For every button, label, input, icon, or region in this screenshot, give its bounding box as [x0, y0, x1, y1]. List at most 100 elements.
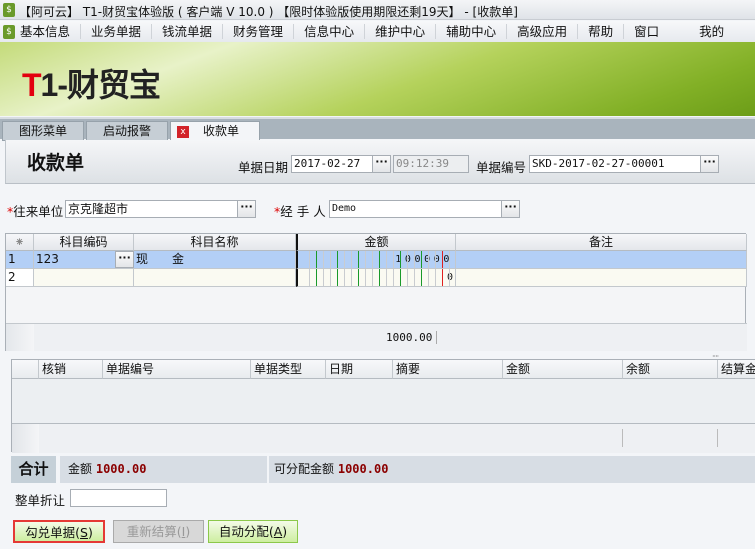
app-icon: $ [3, 3, 15, 17]
partner-field[interactable]: 京克隆超市 [65, 200, 238, 218]
col-doc-number[interactable]: 单据编号 [103, 360, 251, 379]
digit-separator [379, 269, 380, 286]
digit-separator [358, 269, 359, 286]
row-number: 1 [6, 251, 34, 269]
digit-separator [330, 251, 331, 268]
col-doc-type[interactable]: 单据类型 [251, 360, 326, 379]
digit-separator [323, 251, 324, 268]
totals-allocatable: 可分配金额 1000.00 [269, 456, 755, 483]
cell-subject-name[interactable] [134, 269, 296, 287]
window-title: 【阿可云】 T1-财贸宝体验版 ( 客户端 V 10.0 ) 【限时体验版使用期… [19, 5, 518, 19]
cell-subject-code[interactable] [34, 269, 134, 287]
grid-footer: 1000.00 [6, 323, 747, 351]
tab-receipt[interactable]: x 收款单 [170, 121, 260, 141]
col-settle-amount[interactable]: 结算金 [718, 360, 755, 379]
doc-number-picker-button[interactable]: ··· [700, 155, 719, 173]
col-writeoff[interactable]: 核销 [39, 360, 103, 379]
col-amount[interactable]: 金额 [296, 234, 456, 251]
digit-separator [316, 251, 317, 268]
col-date[interactable]: 日期 [326, 360, 393, 379]
tab-label: 收款单 [203, 124, 240, 138]
digit-separator [407, 251, 408, 268]
menu-window[interactable]: 窗口 [624, 24, 689, 39]
digit-separator [344, 251, 345, 268]
digit-separator [428, 251, 429, 268]
tab-bar: 图形菜单 启动报警 x 收款单 [0, 117, 755, 141]
digit-separator [351, 269, 352, 286]
footer-corner [6, 324, 34, 351]
cell-amount[interactable]: 0 [296, 269, 456, 287]
app-menu-icon[interactable]: $ [3, 24, 15, 39]
digit-separator [393, 269, 394, 286]
digit-separator [316, 269, 317, 286]
digit-separator [323, 269, 324, 286]
col-summary[interactable]: 摘要 [393, 360, 503, 379]
col-note[interactable]: 备注 [456, 234, 747, 251]
col-subject-name[interactable]: 科目名称 [134, 234, 296, 251]
settlement-grid: 核销 单据编号 单据类型 日期 摘要 金额 余额 结算金 [11, 359, 755, 453]
table-row[interactable]: 1 123 ··· 现 金 100000 [6, 251, 747, 269]
handler-picker-button[interactable]: ··· [501, 200, 520, 218]
partner-picker-button[interactable]: ··· [237, 200, 256, 218]
auto-allocate-button[interactable]: 自动分配(A) [208, 520, 298, 543]
table-row[interactable]: 2 0 [6, 269, 747, 287]
digit-separator [309, 251, 310, 268]
subject-picker-button[interactable]: ··· [115, 251, 134, 268]
tab-startup-alert[interactable]: 启动报警 [86, 121, 168, 141]
cell-subject-name[interactable]: 现 金 [134, 251, 296, 269]
settlement-footer [12, 423, 755, 453]
digit-separator [337, 269, 338, 286]
digit-separator [400, 269, 401, 286]
menu-bar: $ 基本信息 业务单据 钱流单据 财务管理 信息中心 维护中心 辅助中心 高级应… [0, 21, 755, 42]
match-docs-button[interactable]: 勾兑单据(S) [13, 520, 105, 543]
discount-field[interactable] [70, 489, 167, 507]
menu-help[interactable]: 帮助 [578, 24, 625, 39]
digit-separator [414, 269, 415, 286]
menu-finance[interactable]: 财务管理 [223, 24, 295, 39]
tab-graphic-menu[interactable]: 图形菜单 [2, 121, 84, 141]
totals-amount: 金额 1000.00 [60, 456, 267, 483]
col-amount[interactable]: 金额 [503, 360, 623, 379]
title-bar: $ 【阿可云】 T1-财贸宝体验版 ( 客户端 V 10.0 ) 【限时体验版使… [0, 0, 755, 20]
menu-mine[interactable]: 我的 [689, 24, 734, 39]
digit-separator [435, 251, 436, 268]
digit-separator [365, 251, 366, 268]
digit-separator [449, 251, 450, 268]
number-label: 单据编号 [476, 160, 527, 175]
digit-separator [379, 251, 380, 268]
date-field[interactable]: 2017-02-27 [291, 155, 373, 173]
date-picker-button[interactable]: ··· [372, 155, 391, 173]
digit-separator [330, 269, 331, 286]
menu-aux[interactable]: 辅助中心 [436, 24, 508, 39]
menu-cash-docs[interactable]: 钱流单据 [152, 24, 224, 39]
digit-separator [407, 269, 408, 286]
digit-separator [428, 269, 429, 286]
digit-separator [421, 251, 422, 268]
row-number: 2 [6, 269, 34, 287]
entries-grid: ⁕ 科目编码 科目名称 金额 备注 1 123 ··· 现 金 100000 2… [5, 233, 747, 351]
digit-separator [365, 269, 366, 286]
grid-corner[interactable]: ⁕ [6, 234, 34, 251]
handler-field[interactable]: Demo [329, 200, 502, 218]
digit-separator [400, 251, 401, 268]
menu-info-center[interactable]: 信息中心 [294, 24, 366, 39]
menu-advanced[interactable]: 高级应用 [507, 24, 579, 39]
recalculate-button[interactable]: 重新结算(I) [113, 520, 204, 543]
time-field: 09:12:39 [393, 155, 469, 173]
menu-business-docs[interactable]: 业务单据 [81, 24, 153, 39]
col-subject-code[interactable]: 科目编码 [34, 234, 134, 251]
digit-separator [421, 269, 422, 286]
menu-maintenance[interactable]: 维护中心 [365, 24, 437, 39]
digit-separator [344, 269, 345, 286]
cell-amount[interactable]: 100000 [296, 251, 456, 269]
col-balance[interactable]: 余额 [623, 360, 718, 379]
close-tab-icon[interactable]: x [177, 125, 189, 138]
digit-separator [449, 269, 450, 286]
menu-basic-info[interactable]: 基本信息 [18, 24, 82, 39]
digit-separator [309, 269, 310, 286]
digit-separator [386, 251, 387, 268]
partner-label: *往来单位 [7, 204, 64, 219]
cell-note[interactable] [456, 251, 747, 269]
doc-number-field[interactable]: SKD-2017-02-27-00001 [529, 155, 701, 173]
cell-note[interactable] [456, 269, 747, 287]
